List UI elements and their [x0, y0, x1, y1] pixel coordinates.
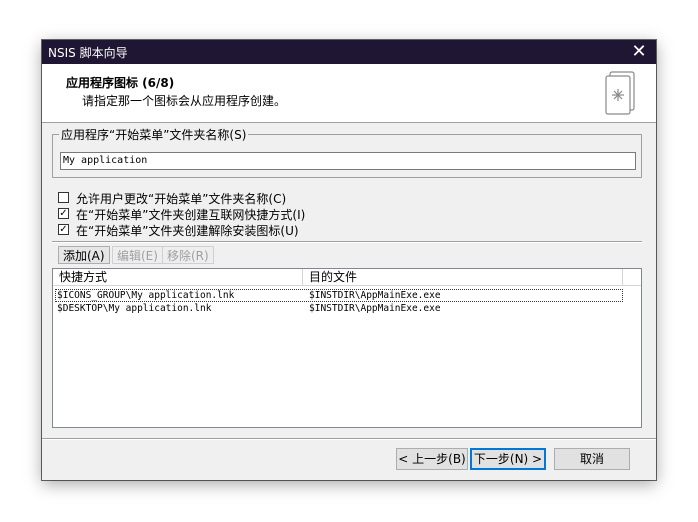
- book-icon: [605, 71, 635, 115]
- shortcut-cell: $ICONS_GROUP\My application.lnk: [57, 290, 235, 301]
- list-item[interactable]: $ICONS_GROUP\My application.lnk $INSTDIR…: [55, 289, 623, 302]
- checkbox-box[interactable]: [58, 192, 69, 203]
- checkbox-box[interactable]: ✓: [58, 224, 69, 235]
- list-header: 快捷方式 目的文件: [53, 269, 641, 286]
- start-menu-folder-label: 应用程序“开始菜单”文件夹名称(S): [59, 126, 249, 143]
- checkbox-label: 在“开始菜单”文件夹创建解除安装图标(U): [76, 224, 299, 238]
- close-icon[interactable]: ✕: [622, 40, 656, 64]
- list-item[interactable]: $DESKTOP\My application.lnk $INSTDIR\App…: [55, 302, 623, 315]
- title-bar[interactable]: NSIS 脚本向导 ✕: [42, 40, 656, 64]
- checkbox-label: 在“开始菜单”文件夹创建互联网快捷方式(I): [76, 208, 306, 222]
- column-header-shortcut[interactable]: 快捷方式: [53, 269, 303, 285]
- wizard-window: NSIS 脚本向导 ✕ 应用程序图标 (6/8) 请指定那一个图标会从应用程序创…: [42, 40, 656, 480]
- target-cell: $INSTDIR\AppMainExe.exe: [309, 303, 441, 314]
- edit-button[interactable]: 编辑(E): [112, 246, 163, 264]
- section-divider: [52, 241, 642, 243]
- shortcut-list[interactable]: 快捷方式 目的文件 $ICONS_GROUP\My application.ln…: [52, 268, 642, 428]
- next-button[interactable]: 下一步(N) >: [470, 448, 546, 470]
- checkbox-label: 允许用户更改“开始菜单”文件夹名称(C): [76, 192, 287, 206]
- column-header-target[interactable]: 目的文件: [303, 269, 623, 285]
- footer-divider: [42, 438, 656, 440]
- back-button[interactable]: < 上一步(B): [396, 448, 468, 470]
- checkbox-box[interactable]: ✓: [58, 208, 69, 219]
- remove-button[interactable]: 移除(R): [162, 246, 214, 264]
- window-title: NSIS 脚本向导: [48, 46, 128, 60]
- page-title: 应用程序图标 (6/8): [66, 76, 175, 90]
- wizard-header: 应用程序图标 (6/8) 请指定那一个图标会从应用程序创建。: [42, 64, 656, 123]
- start-menu-folder-input[interactable]: My application: [60, 152, 636, 170]
- page-subtitle: 请指定那一个图标会从应用程序创建。: [82, 94, 287, 108]
- add-button[interactable]: 添加(A): [58, 246, 110, 264]
- cancel-button[interactable]: 取消: [554, 448, 630, 470]
- shortcut-cell: $DESKTOP\My application.lnk: [57, 303, 212, 314]
- target-cell: $INSTDIR\AppMainExe.exe: [309, 290, 441, 301]
